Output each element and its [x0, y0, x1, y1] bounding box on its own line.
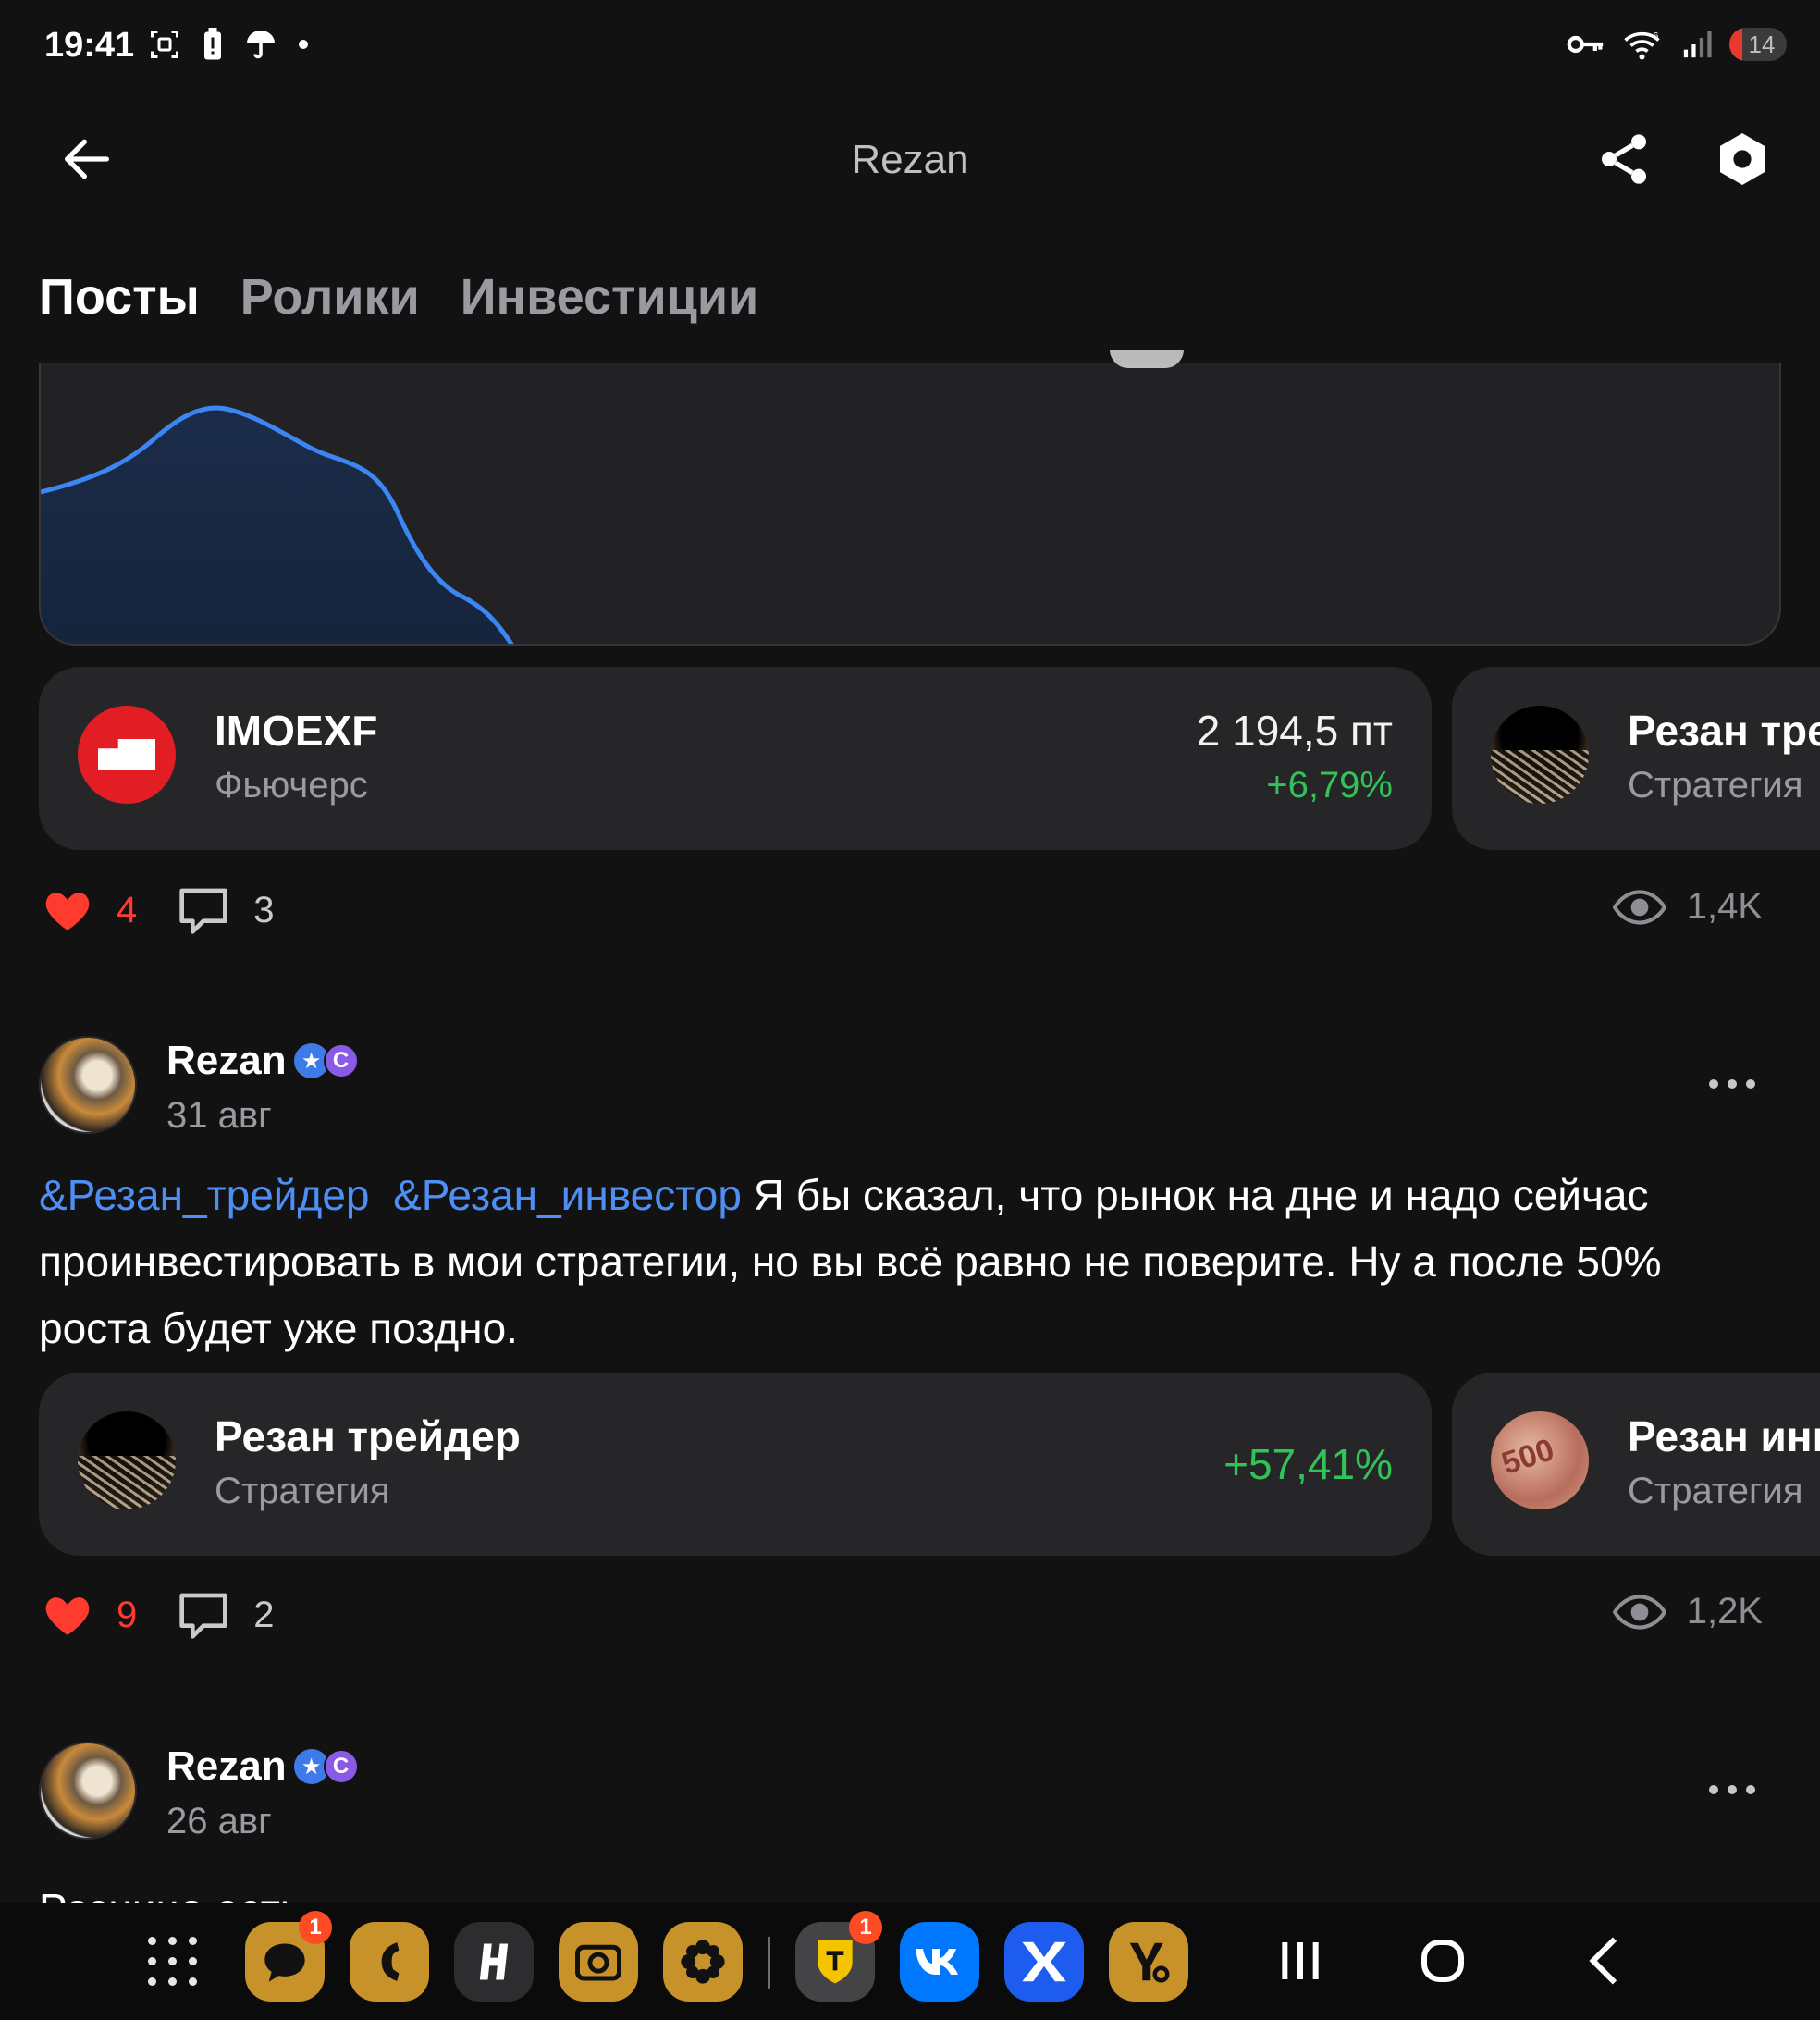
status-icons-left: [148, 28, 309, 61]
avatar[interactable]: [39, 1036, 137, 1134]
strategy-change: +57,41%: [1224, 1440, 1393, 1488]
post-date: 31 авг: [166, 1095, 272, 1136]
comment-icon[interactable]: [178, 886, 229, 934]
messages-app-icon[interactable]: 1: [245, 1911, 332, 2002]
svg-text:6: 6: [1654, 31, 1659, 42]
post-body: &Резан_трейдер &Резан_инвестор Я бы сказ…: [39, 1162, 1777, 1361]
comment-icon[interactable]: [178, 1591, 229, 1639]
umbrella-icon: [247, 31, 275, 59]
x-app-icon[interactable]: [1004, 1922, 1084, 2002]
h-app-icon[interactable]: [454, 1922, 534, 2002]
view-count: 1,4K: [1686, 886, 1763, 927]
notification-badge: 1: [849, 1911, 882, 1944]
tab-bar: Посты Ролики Инвестиции: [39, 268, 758, 326]
premium-badge-icon: C: [323, 1043, 359, 1078]
tbank-app-icon[interactable]: 1: [795, 1911, 882, 2002]
share-icon: [1602, 134, 1646, 184]
chevron-left-icon: [1589, 1937, 1617, 1985]
view-count: 1,2K: [1686, 1591, 1763, 1632]
post-actions: 4 3: [43, 886, 275, 934]
strategy-logo-icon: [78, 1411, 176, 1509]
strategy-name: Резан инв: [1628, 1412, 1820, 1460]
key-icon: [1567, 35, 1604, 54]
system-back-button[interactable]: [1568, 1924, 1642, 1998]
post-views: 1,4K: [1612, 886, 1763, 928]
like-count: 9: [117, 1594, 138, 1635]
tab-videos[interactable]: Ролики: [240, 268, 420, 326]
yo-app-icon[interactable]: [1109, 1922, 1188, 2002]
tab-posts[interactable]: Посты: [39, 268, 200, 326]
share-button[interactable]: [1594, 129, 1654, 189]
status-icons-right: 6 14: [1567, 28, 1787, 61]
post-views: 1,2K: [1612, 1591, 1763, 1632]
instrument-name: IMOEXF: [215, 707, 378, 755]
battery-indicator: 14: [1729, 28, 1787, 61]
strategy-logo-icon: [1491, 1411, 1589, 1509]
strategy-logo-icon: [1491, 706, 1589, 804]
vk-app-icon[interactable]: [900, 1922, 979, 2002]
moex-logo-icon: [78, 706, 176, 804]
notification-badge: 1: [299, 1911, 332, 1944]
post-tag[interactable]: &Резан_инвестор: [393, 1171, 742, 1219]
like-count: 4: [117, 889, 138, 930]
tab-investments[interactable]: Инвестиции: [461, 268, 759, 326]
strategy-card[interactable]: Резан трейдер Стратегия +57,41%: [39, 1373, 1432, 1556]
wifi-icon: 6: [1624, 31, 1660, 60]
settings-icon: [1720, 133, 1765, 185]
avatar[interactable]: [39, 1742, 137, 1840]
post-image-chart[interactable]: [39, 363, 1781, 646]
author-name: Rezan: [166, 1038, 287, 1083]
comment-count: 3: [253, 889, 275, 930]
post-text-preview: Разница есть: [39, 1872, 302, 1903]
chart-highlight-marker: [1110, 350, 1184, 368]
recent-apps-button[interactable]: [1263, 1924, 1337, 1998]
screenshot-icon: [151, 31, 178, 58]
instrument-price: 2 194,5 пт: [1196, 707, 1393, 755]
phone-app-icon[interactable]: [350, 1922, 429, 2002]
post-date: 26 авг: [166, 1801, 272, 1841]
instrument-type: Фьючерс: [215, 765, 368, 806]
heart-icon[interactable]: [43, 888, 92, 932]
signal-icon: [1683, 31, 1712, 58]
author-name: Rezan: [166, 1743, 287, 1789]
strategy-name: Резан тре: [1628, 707, 1820, 755]
strategy-name: Резан трейдер: [215, 1412, 521, 1460]
strategy-card[interactable]: Резан инв Стратегия: [1452, 1373, 1820, 1556]
flower-app-icon[interactable]: [663, 1922, 743, 2002]
eye-icon: [1612, 889, 1666, 925]
heart-icon[interactable]: [43, 1593, 92, 1637]
strategy-type: Стратегия: [1628, 765, 1803, 806]
post-author[interactable]: Rezan ★ C: [166, 1038, 359, 1084]
camera-app-icon[interactable]: [559, 1922, 638, 2002]
chart-line-graphic: [41, 405, 514, 644]
app-dock: 1 1: [148, 1903, 1188, 2020]
instrument-card[interactable]: IMOEXF Фьючерс 2 194,5 пт +6,79%: [39, 667, 1432, 850]
instrument-change: +6,79%: [1266, 765, 1393, 806]
more-options-button[interactable]: [1709, 1780, 1765, 1799]
strategy-type: Стратегия: [1628, 1471, 1803, 1511]
status-time: 19:41: [44, 26, 135, 65]
premium-badge-icon: C: [323, 1749, 359, 1784]
post-author[interactable]: Rezan ★ C: [166, 1743, 359, 1790]
home-icon: [1421, 1940, 1464, 1982]
page-title: Rezan: [851, 137, 969, 182]
dot-icon: [299, 40, 308, 49]
apps-grid-icon[interactable]: [148, 1937, 200, 1989]
strategy-type: Стратегия: [215, 1471, 390, 1511]
dock-divider: [768, 1937, 770, 1989]
post-tag[interactable]: &Резан_трейдер: [39, 1171, 370, 1219]
strategy-card[interactable]: Резан тре Стратегия: [1452, 667, 1820, 850]
eye-icon: [1612, 1594, 1666, 1630]
home-button[interactable]: [1406, 1924, 1480, 1998]
system-navigation-bar: 1 1: [0, 1903, 1820, 2020]
post-actions: 9 2: [43, 1591, 275, 1639]
comment-count: 2: [253, 1594, 275, 1635]
more-options-button[interactable]: [1709, 1075, 1765, 1093]
battery-alert-icon: [204, 28, 221, 60]
settings-button[interactable]: [1713, 129, 1772, 189]
recent-apps-icon: [1282, 1942, 1319, 1979]
